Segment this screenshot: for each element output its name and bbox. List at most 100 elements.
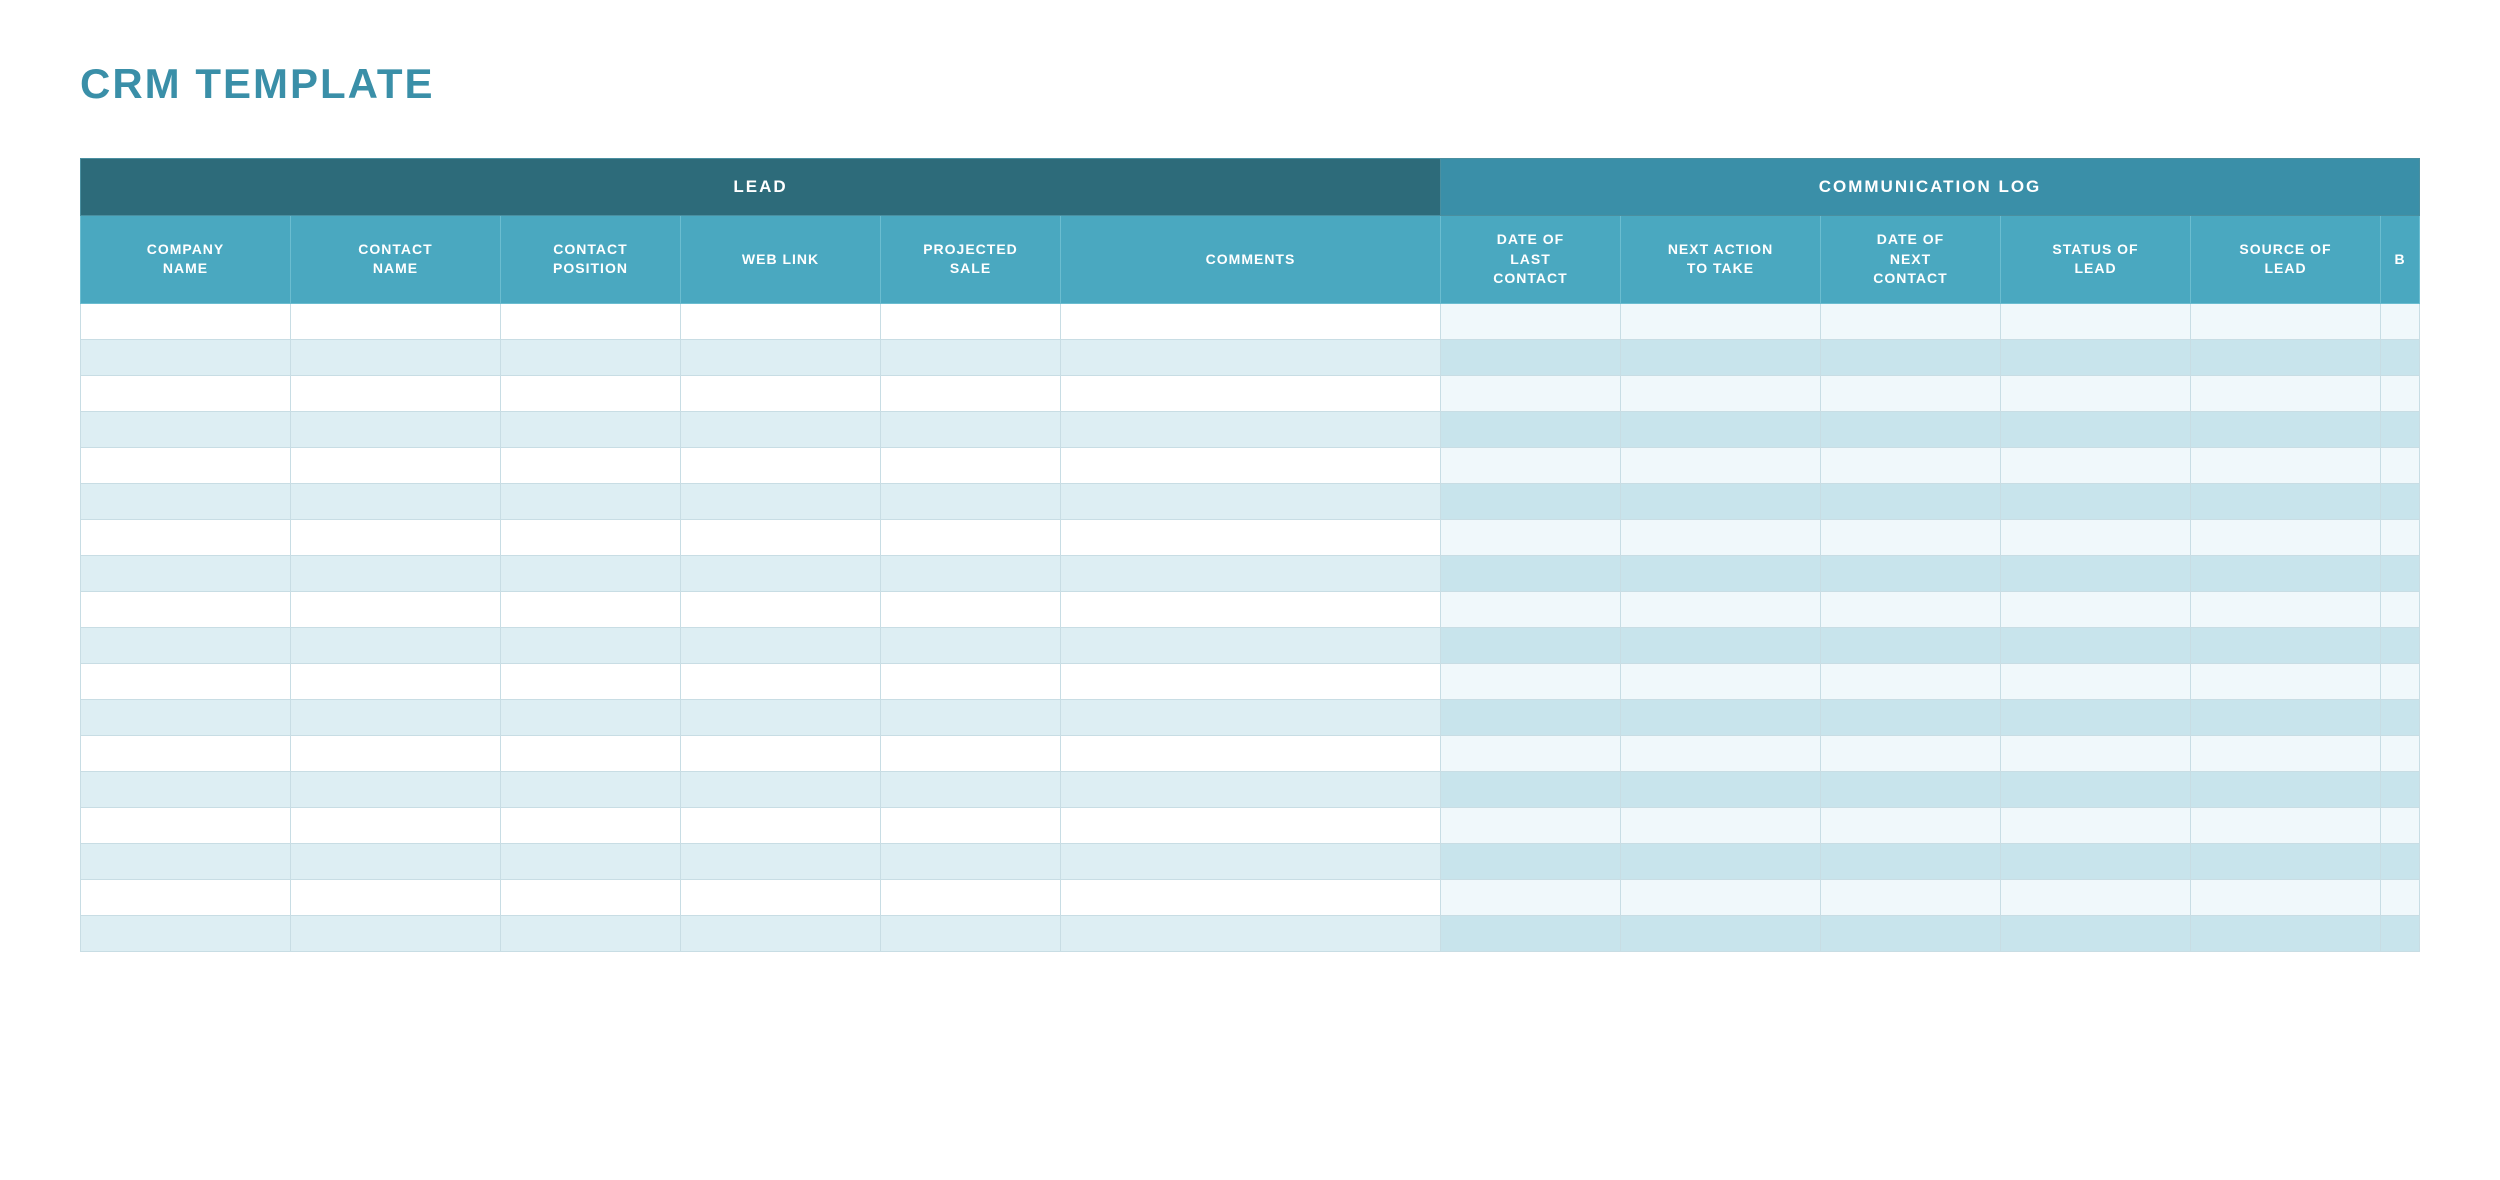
table-cell[interactable] [2191,303,2381,339]
table-cell[interactable] [291,879,501,915]
table-cell[interactable] [501,591,681,627]
table-cell[interactable] [2381,483,2420,519]
table-cell[interactable] [1061,591,1441,627]
table-cell[interactable] [2001,411,2191,447]
table-cell[interactable] [2381,807,2420,843]
table-cell[interactable] [2191,591,2381,627]
table-cell[interactable] [1441,771,1621,807]
table-cell[interactable] [81,519,291,555]
table-cell[interactable] [1061,555,1441,591]
table-cell[interactable] [501,807,681,843]
table-cell[interactable] [501,843,681,879]
table-cell[interactable] [2001,591,2191,627]
table-cell[interactable] [1441,519,1621,555]
table-cell[interactable] [681,303,881,339]
table-cell[interactable] [81,447,291,483]
table-cell[interactable] [681,915,881,951]
table-cell[interactable] [1621,807,1821,843]
table-cell[interactable] [881,663,1061,699]
table-cell[interactable] [1821,699,2001,735]
table-cell[interactable] [2191,483,2381,519]
table-cell[interactable] [501,663,681,699]
table-cell[interactable] [1621,771,1821,807]
table-cell[interactable] [881,699,1061,735]
table-cell[interactable] [1621,843,1821,879]
table-cell[interactable] [291,663,501,699]
table-cell[interactable] [2191,879,2381,915]
table-cell[interactable] [81,735,291,771]
table-cell[interactable] [681,735,881,771]
table-cell[interactable] [1061,627,1441,663]
table-cell[interactable] [81,339,291,375]
table-cell[interactable] [681,555,881,591]
table-cell[interactable] [2191,843,2381,879]
table-cell[interactable] [1061,915,1441,951]
table-cell[interactable] [1061,303,1441,339]
table-cell[interactable] [681,483,881,519]
table-cell[interactable] [501,879,681,915]
table-cell[interactable] [1061,519,1441,555]
table-cell[interactable] [1441,735,1621,771]
table-cell[interactable] [1821,555,2001,591]
table-cell[interactable] [1441,699,1621,735]
table-cell[interactable] [2191,915,2381,951]
table-cell[interactable] [501,627,681,663]
table-cell[interactable] [2001,519,2191,555]
table-cell[interactable] [81,843,291,879]
table-cell[interactable] [81,915,291,951]
table-cell[interactable] [1441,483,1621,519]
table-cell[interactable] [1621,663,1821,699]
table-cell[interactable] [2001,735,2191,771]
table-cell[interactable] [1621,447,1821,483]
table-cell[interactable] [2001,483,2191,519]
table-cell[interactable] [291,519,501,555]
table-cell[interactable] [1821,843,2001,879]
table-cell[interactable] [1061,411,1441,447]
table-cell[interactable] [2001,555,2191,591]
table-cell[interactable] [1441,555,1621,591]
table-cell[interactable] [1061,771,1441,807]
table-cell[interactable] [1441,591,1621,627]
table-cell[interactable] [681,663,881,699]
table-cell[interactable] [501,519,681,555]
table-cell[interactable] [81,303,291,339]
table-cell[interactable] [291,591,501,627]
table-cell[interactable] [2001,879,2191,915]
table-cell[interactable] [1441,303,1621,339]
table-cell[interactable] [2191,375,2381,411]
table-cell[interactable] [2001,447,2191,483]
table-cell[interactable] [2381,591,2420,627]
table-cell[interactable] [1621,411,1821,447]
table-cell[interactable] [1061,843,1441,879]
table-cell[interactable] [1621,879,1821,915]
table-cell[interactable] [291,447,501,483]
table-cell[interactable] [1441,843,1621,879]
table-cell[interactable] [881,627,1061,663]
table-cell[interactable] [1821,771,2001,807]
table-cell[interactable] [2001,303,2191,339]
table-cell[interactable] [291,555,501,591]
table-cell[interactable] [1061,339,1441,375]
table-cell[interactable] [1621,591,1821,627]
table-cell[interactable] [2191,519,2381,555]
table-cell[interactable] [881,843,1061,879]
table-cell[interactable] [1821,447,2001,483]
table-cell[interactable] [81,663,291,699]
table-cell[interactable] [1621,519,1821,555]
table-cell[interactable] [501,735,681,771]
table-cell[interactable] [1441,447,1621,483]
table-cell[interactable] [1821,915,2001,951]
table-cell[interactable] [1061,807,1441,843]
table-cell[interactable] [1821,591,2001,627]
table-cell[interactable] [2381,699,2420,735]
table-cell[interactable] [1621,915,1821,951]
table-cell[interactable] [881,771,1061,807]
table-cell[interactable] [501,555,681,591]
table-cell[interactable] [2381,735,2420,771]
table-cell[interactable] [2001,663,2191,699]
table-cell[interactable] [2191,555,2381,591]
table-cell[interactable] [1621,483,1821,519]
table-cell[interactable] [2191,411,2381,447]
table-cell[interactable] [1821,735,2001,771]
table-cell[interactable] [881,591,1061,627]
